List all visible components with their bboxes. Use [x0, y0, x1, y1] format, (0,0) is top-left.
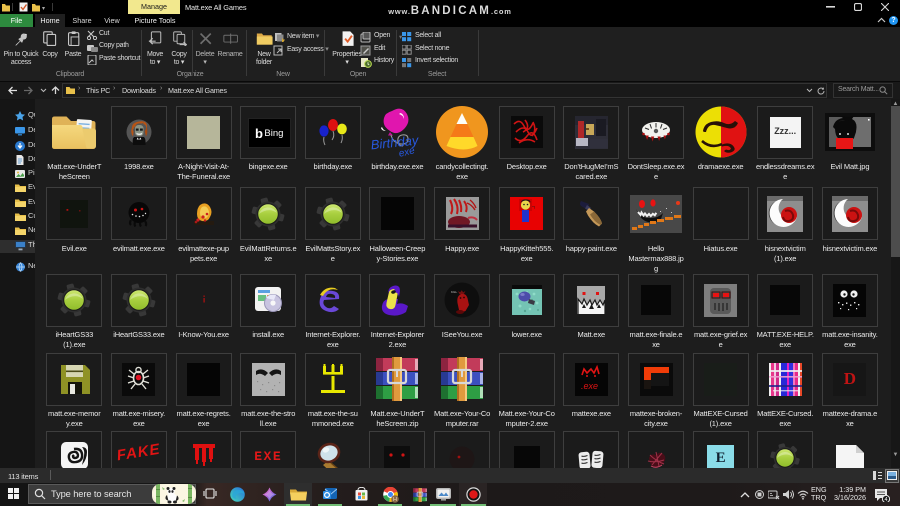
- svg-text:4: 4: [884, 497, 887, 502]
- svg-text:KILL: KILL: [451, 290, 458, 294]
- svg-text:''!: ''!: [532, 205, 535, 210]
- svg-text:.exe: .exe: [581, 381, 598, 391]
- svg-text:H: H: [393, 497, 397, 503]
